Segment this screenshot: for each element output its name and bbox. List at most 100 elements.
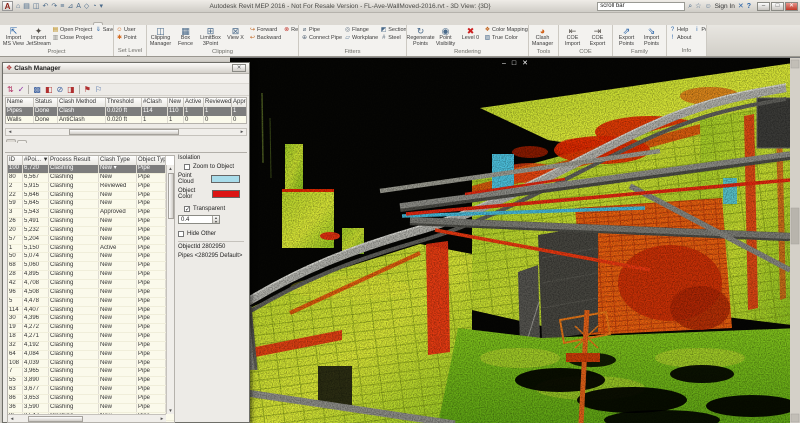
- flag-icon[interactable]: ⚑: [84, 85, 91, 94]
- clash-set-row[interactable]: WallsDoneAntiClash0.020 ft110000: [6, 116, 246, 123]
- undo-icon[interactable]: ↶: [42, 2, 48, 11]
- close-button[interactable]: ✕: [785, 1, 798, 11]
- column-header[interactable]: Process Result: [49, 156, 99, 165]
- ribbon-button[interactable]: # Steel: [379, 34, 406, 42]
- dialog-close-button[interactable]: ✕: [232, 64, 246, 72]
- column-header[interactable]: #Clash: [142, 98, 168, 107]
- clash-result-row[interactable]: 26 5,491 Clashing New Pipe: [8, 218, 174, 227]
- clash-result-row[interactable]: 59 5,645 Clashing New Pipe: [8, 200, 174, 210]
- ribbon-button[interactable]: ☺ User: [115, 26, 138, 34]
- ribbon-button[interactable]: ▱ Workplane: [343, 34, 379, 42]
- ribbon-button[interactable]: ⊕ Connect Pipe: [300, 34, 343, 42]
- clash-result-row[interactable]: 5 4,478 Clashing New Pipe: [8, 297, 174, 307]
- point-cloud-color-swatch[interactable]: [210, 175, 240, 183]
- clash-result-row[interactable]: 114 4,407 Clashing New Pipe: [8, 306, 174, 316]
- ribbon-button[interactable]: ⊗Reset Clip: [282, 26, 298, 34]
- open-icon[interactable]: ▤: [23, 2, 30, 11]
- hscroll-thumb[interactable]: [28, 415, 83, 422]
- revit-app-menu-button[interactable]: A: [2, 1, 13, 11]
- toolbar-icon[interactable]: [28, 85, 30, 94]
- column-header[interactable]: #Poi... ▼: [23, 156, 49, 165]
- infocenter-search-input[interactable]: [597, 1, 686, 11]
- isolate-right-icon[interactable]: ◨: [67, 85, 75, 94]
- 3d-view-canvas[interactable]: – □ ✕: [230, 57, 800, 423]
- ribbon-button[interactable]: ⇘ Import Points: [639, 26, 664, 49]
- home-icon[interactable]: ⌂: [16, 2, 20, 11]
- favorites-icon[interactable]: ☆: [695, 2, 701, 11]
- ribbon-button[interactable]: ↩ Backward: [248, 34, 282, 42]
- stepper-arrows[interactable]: ▲ ▼: [212, 216, 219, 224]
- hide-other-checkbox[interactable]: [178, 231, 184, 237]
- hscroll-thumb[interactable]: [69, 129, 179, 135]
- ribbon-button[interactable]: ◕ Clash Manager: [530, 26, 555, 49]
- ribbon-button[interactable]: ⇓Save Project: [94, 26, 113, 34]
- clash-result-row[interactable]: 22 5,646 Clashing New Pipe: [8, 191, 174, 201]
- exchange-apps-icon[interactable]: ✕: [738, 2, 744, 11]
- ribbon-button[interactable]: ▤ Open Project: [51, 26, 94, 34]
- maximize-button[interactable]: □: [771, 1, 784, 11]
- transparent-checkbox[interactable]: [184, 206, 190, 213]
- column-header[interactable]: Reviewed: [204, 98, 232, 107]
- toolbar-icon[interactable]: [78, 85, 80, 94]
- column-header[interactable]: Approved: [232, 98, 246, 107]
- column-header[interactable]: Name: [6, 98, 34, 107]
- minimize-button[interactable]: –: [757, 1, 770, 11]
- clash-result-row[interactable]: 50 5,074 Clashing New Pipe: [8, 253, 174, 263]
- ribbon-button[interactable]: ⊞ LimitBox 3Point: [198, 26, 223, 49]
- clash-result-row[interactable]: 86 3,653 Clashing New Pipe: [8, 394, 174, 404]
- clash-result-row[interactable]: 18 4,271 Clashing New Pipe: [8, 333, 174, 342]
- column-header[interactable]: ID: [8, 156, 23, 165]
- ribbon-button[interactable]: ↪ Forward: [248, 26, 282, 34]
- customize-icon[interactable]: ▾: [100, 2, 104, 11]
- ribbon-button[interactable]: ▨ True Color: [483, 34, 528, 42]
- column-header[interactable]: Active: [184, 98, 204, 107]
- measure-icon[interactable]: ⊿: [67, 2, 73, 11]
- column-header[interactable]: Status: [34, 98, 58, 107]
- search-icon[interactable]: ⌕: [688, 2, 692, 11]
- ribbon-button[interactable]: ◩ Section: [379, 26, 406, 34]
- ribbon-button[interactable]: ✖ Level 0: [458, 26, 483, 49]
- zoom-to-object-checkbox[interactable]: [184, 164, 190, 170]
- clash-result-row[interactable]: 19 4,272 Clashing New Pipe: [8, 324, 174, 334]
- clash-result-row[interactable]: 32 4,192 Clashing New Pipe: [8, 341, 174, 351]
- ribbon-button[interactable]: ◫ Clipping Manager: [148, 26, 173, 49]
- ribbon-button[interactable]: ▦ Box Fence: [173, 26, 198, 49]
- clash-result-row[interactable]: 1 5,150 Clashing Active Pipe: [8, 244, 174, 254]
- clash-result-row[interactable]: 42 4,708 Clashing New Pipe: [8, 279, 174, 289]
- ribbon-button[interactable]: ⇥ COE Export: [585, 26, 610, 49]
- column-header[interactable]: Clash Method: [58, 98, 106, 107]
- view-close-icon[interactable]: ✕: [522, 60, 528, 68]
- clash-result-row[interactable]: 57 5,204 Clashing New Pipe: [8, 235, 174, 245]
- ribbon-button[interactable]: ⇤ COE Import: [560, 26, 585, 49]
- ribbon-button[interactable]: ◉ Point Visibility: [433, 26, 458, 49]
- clash-result-row[interactable]: 7 3,965 Clashing New Pipe: [8, 368, 174, 378]
- clash-result-row[interactable]: 100 6,720 Clashing New ▾ Pipe: [8, 165, 174, 174]
- clash-result-row[interactable]: 30 4,396 Clashing New Pipe: [8, 315, 174, 325]
- clash-result-row[interactable]: 3 5,543 Clashing Approved Pipe: [8, 209, 174, 219]
- flag-outline-icon[interactable]: ⚐: [95, 85, 102, 94]
- grid-icon[interactable]: ▩: [33, 85, 41, 94]
- clash-result-row[interactable]: 68 5,060 Clashing New Pipe: [8, 262, 174, 272]
- clash-result-row[interactable]: 80 6,567 Clashing New Pipe: [8, 173, 174, 183]
- transparency-stepper[interactable]: 0.4 ▲ ▼: [178, 215, 220, 224]
- clash-result-row[interactable]: 96 4,508 Clashing New Pipe: [8, 288, 174, 298]
- clash-result-row[interactable]: 28 4,895 Clashing New Pipe: [8, 271, 174, 280]
- dialog-tab[interactable]: [6, 139, 16, 142]
- view-scrollbar[interactable]: [790, 58, 800, 423]
- ribbon-button[interactable]: ⊠ View X: [223, 26, 248, 49]
- run-clash-icon[interactable]: ⇅: [7, 85, 14, 94]
- clash-result-row[interactable]: 55 3,890 Clashing New Pipe: [8, 377, 174, 387]
- isolate-left-icon[interactable]: ◧: [45, 85, 53, 94]
- save-icon[interactable]: ◫: [33, 2, 40, 11]
- ribbon-button[interactable]: ✦ Import JetStream: [26, 26, 51, 49]
- column-header[interactable]: Threshold: [106, 98, 142, 107]
- dialog-tab[interactable]: [17, 140, 27, 143]
- print-icon[interactable]: ≡: [60, 2, 64, 11]
- ribbon-button[interactable]: ❖ Color Mapping: [483, 26, 528, 34]
- redo-icon[interactable]: ↷: [51, 2, 57, 11]
- clash-set-row[interactable]: PipesDoneClash0.020 ft1141101111: [6, 107, 246, 116]
- ribbon-button[interactable]: ⇱ Import MS View: [1, 26, 26, 49]
- ribbon-button[interactable]: iPoint Info: [692, 26, 706, 34]
- column-header[interactable]: Object Type: [137, 156, 166, 165]
- clash-result-row[interactable]: 108 4,039 Clashing New Pipe: [8, 359, 174, 369]
